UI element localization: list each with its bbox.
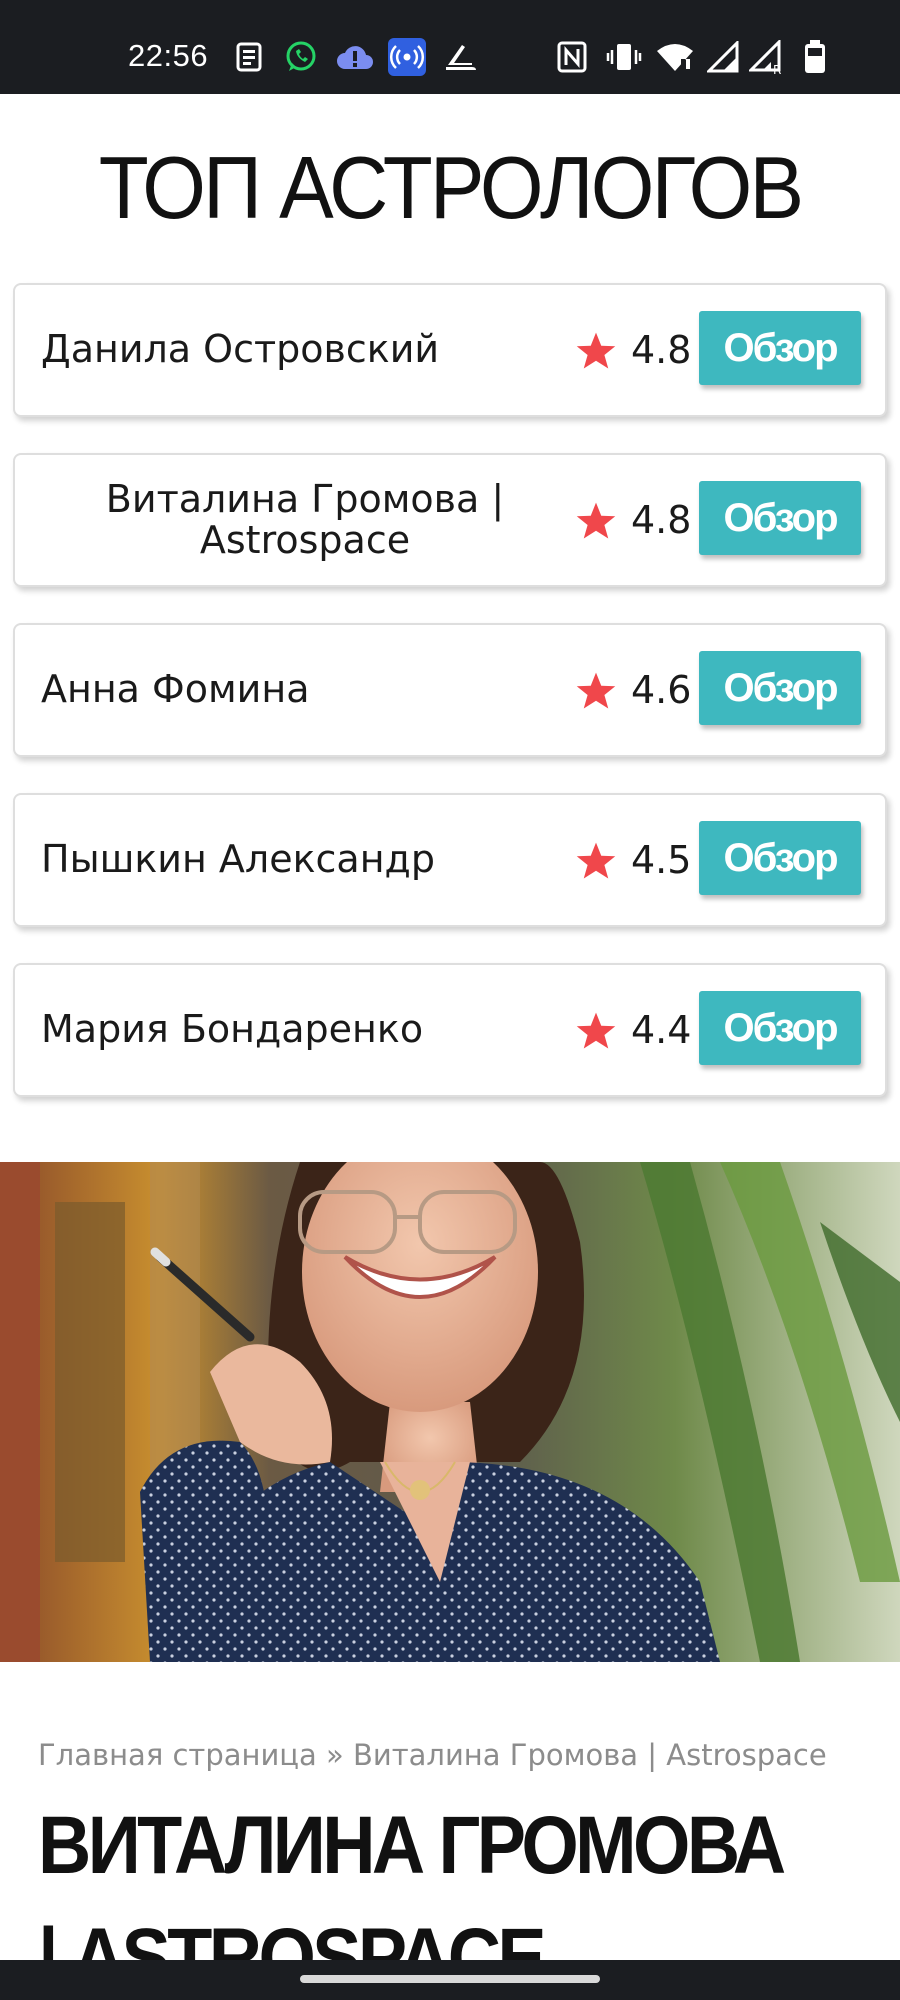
news-icon	[232, 40, 266, 74]
vibrate-icon	[606, 40, 642, 74]
review-button[interactable]: Обзор	[699, 481, 861, 555]
astrologer-card[interactable]: Данила Островский 4.8 Обзор	[13, 283, 887, 417]
nfc-broadcast-icon	[388, 38, 426, 76]
astrologer-card[interactable]: Виталина Громова | Astrospace 4.8 Обзор	[13, 453, 887, 587]
gesture-nav-bar	[0, 1960, 900, 2000]
star-icon	[576, 502, 616, 539]
article-title: ВИТАЛИНА ГРОМОВА | ASTROSPACE	[38, 1800, 786, 1960]
astrologer-name: Мария Бондаренко	[41, 1007, 424, 1052]
article-title-clip: ВИТАЛИНА ГРОМОВА | ASTROSPACE	[0, 1720, 900, 1960]
review-button[interactable]: Обзор	[699, 821, 861, 895]
star-icon	[576, 672, 616, 709]
rating-value: 4.4	[631, 1008, 692, 1052]
nfc-icon	[556, 40, 588, 74]
cloud-alert-icon	[334, 40, 376, 74]
rating-value: 4.6	[631, 668, 692, 712]
astrologer-name: Виталина Громова | Astrospace	[105, 476, 505, 562]
svg-text:R: R	[773, 63, 781, 74]
astrologer-card[interactable]: Мария Бондаренко 4.4 Обзор	[13, 963, 887, 1097]
star-icon	[576, 332, 616, 369]
astrologer-name: Пышкин Александр	[41, 837, 435, 882]
astrologer-photo	[0, 1162, 900, 1662]
astrologer-name: Анна Фомина	[41, 667, 310, 712]
astrologer-card[interactable]: Анна Фомина 4.6 Обзор	[13, 623, 887, 757]
signal-roaming-icon: R	[748, 40, 786, 74]
rating-value: 4.5	[631, 838, 692, 882]
star-icon	[576, 842, 616, 879]
status-time: 22:56	[128, 38, 209, 73]
rating-value: 4.8	[631, 498, 692, 542]
whatsapp-icon	[283, 40, 319, 74]
wifi-icon	[654, 40, 696, 74]
review-button[interactable]: Обзор	[699, 311, 861, 385]
review-button[interactable]: Обзор	[699, 991, 861, 1065]
star-icon	[576, 1012, 616, 1049]
page-title: ТОП АСТРОЛОГОВ	[98, 138, 804, 237]
sneaker-icon	[442, 40, 478, 74]
review-button[interactable]: Обзор	[699, 651, 861, 725]
rating-value: 4.8	[631, 328, 692, 372]
status-bar: 22:56 R	[0, 0, 900, 94]
home-gesture-handle[interactable]	[300, 1975, 600, 1983]
astrologer-name: Данила Островский	[41, 327, 440, 372]
signal-icon	[706, 40, 740, 74]
astrologer-card[interactable]: Пышкин Александр 4.5 Обзор	[13, 793, 887, 927]
battery-icon	[802, 40, 828, 74]
